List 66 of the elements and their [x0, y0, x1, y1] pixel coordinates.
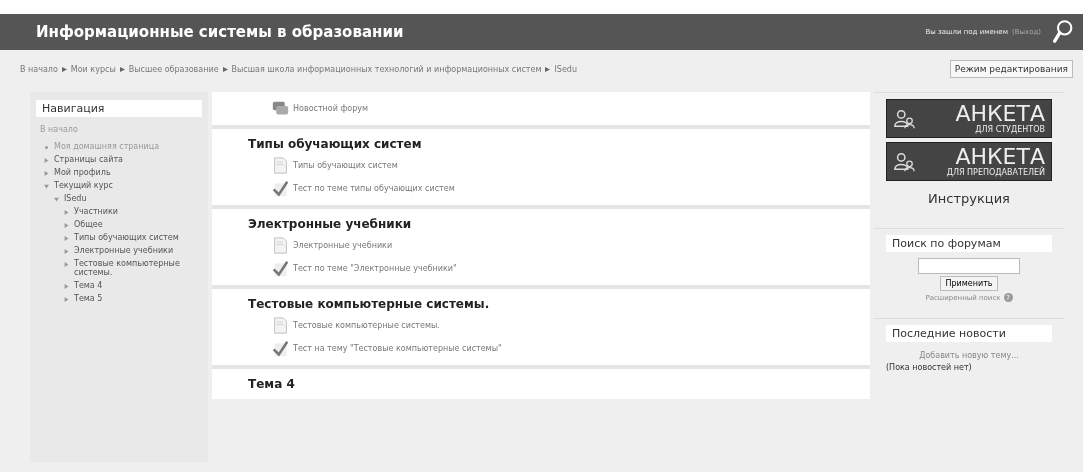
section-title: Типы обучающих систем: [248, 137, 423, 151]
bullet-icon: [45, 146, 48, 149]
block-title: Навигация: [36, 100, 202, 117]
people-icon: [893, 107, 915, 130]
nav-item[interactable]: В начало: [36, 123, 202, 136]
block-title: Последние новости: [886, 325, 1052, 342]
activity-link[interactable]: Типы обучающих систем: [293, 161, 398, 170]
search-icon[interactable]: [1053, 19, 1073, 45]
page-icon: [272, 237, 289, 254]
nav-item[interactable]: Участники: [74, 207, 119, 216]
nav-item[interactable]: Типы обучающих систем: [74, 233, 179, 242]
breadcrumb-link[interactable]: ISedu: [554, 64, 577, 74]
breadcrumb-link[interactable]: Высшее образование: [128, 64, 219, 74]
add-topic-link[interactable]: Добавить новую тему...: [886, 348, 1052, 363]
collapsed-arrow-icon[interactable]: [64, 236, 69, 241]
nav-item[interactable]: Электронные учебники: [74, 246, 174, 255]
people-icon: [893, 150, 915, 173]
activity-link[interactable]: Новостной форум: [293, 104, 369, 113]
activity-link[interactable]: Тест на тему "Тестовые компьютерные системы": [293, 344, 502, 353]
search-field[interactable]: [918, 258, 1020, 274]
checkmark-icon: [272, 340, 289, 357]
breadcrumb-separator-icon: [222, 66, 228, 72]
breadcrumb-link[interactable]: Мои курсы: [70, 64, 116, 74]
expanded-arrow-icon[interactable]: [54, 197, 59, 202]
edit-mode-button[interactable]: Режим редактирования: [949, 60, 1073, 78]
section-title: Тестовые компьютерные системы.: [248, 297, 491, 311]
breadcrumb-separator-icon: [119, 66, 125, 72]
news-empty-text: (Пока новостей нет): [886, 363, 973, 372]
nav-item[interactable]: Мой профиль: [54, 168, 111, 177]
nav-item[interactable]: Тема 4: [74, 281, 103, 290]
collapsed-arrow-icon[interactable]: [64, 223, 69, 228]
collapsed-arrow-icon[interactable]: [64, 210, 69, 215]
survey-banner[interactable]: АНКЕТА ДЛЯ ПРЕПОДАВАТЕЛЕЙ: [886, 142, 1052, 181]
survey-banner[interactable]: АНКЕТА ДЛЯ СТУДЕНТОВ: [886, 99, 1052, 138]
checkmark-icon: [272, 180, 289, 197]
collapsed-arrow-icon[interactable]: [64, 284, 69, 289]
collapsed-arrow-icon[interactable]: [64, 297, 69, 302]
breadcrumb-separator-icon: [545, 66, 551, 72]
collapsed-arrow-icon[interactable]: [64, 262, 69, 267]
nav-item[interactable]: Общее: [74, 220, 103, 229]
instruction-link[interactable]: Инструкция: [886, 185, 1052, 212]
block-title: Поиск по форумам: [886, 235, 1052, 252]
expanded-arrow-icon[interactable]: [44, 184, 49, 189]
checkmark-icon: [272, 260, 289, 277]
page-icon: [272, 157, 289, 174]
nav-item[interactable]: Текущий курс: [54, 181, 113, 190]
nav-item[interactable]: ISedu: [64, 194, 87, 203]
breadcrumb-link[interactable]: Высшая школа информационных технологий и информационных систем: [231, 64, 542, 74]
activity-link[interactable]: Электронные учебники: [293, 241, 393, 250]
activity-link[interactable]: Тест по теме "Электронные учебники": [293, 264, 457, 273]
breadcrumb-link[interactable]: В начало: [20, 64, 58, 74]
apply-button[interactable]: Применить: [940, 276, 998, 291]
collapsed-arrow-icon[interactable]: [44, 171, 49, 176]
breadcrumb-separator-icon: [61, 66, 67, 72]
page-icon: [272, 317, 289, 334]
collapsed-arrow-icon[interactable]: [64, 249, 69, 254]
forum-icon: [272, 100, 289, 117]
nav-item[interactable]: Страницы сайта: [54, 155, 124, 164]
nav-item[interactable]: Тестовые компьютерные системы.: [74, 259, 184, 277]
section-title: Электронные учебники: [248, 217, 413, 231]
activity-link[interactable]: Тестовые компьютерные системы.: [293, 321, 440, 330]
activity-link[interactable]: Тест по теме типы обучающих систем: [293, 184, 455, 193]
collapsed-arrow-icon[interactable]: [44, 158, 49, 163]
site-title[interactable]: Информационные системы в образовании: [36, 23, 914, 41]
nav-item[interactable]: Тема 5: [74, 294, 103, 303]
section-title: Тема 4: [248, 377, 296, 391]
